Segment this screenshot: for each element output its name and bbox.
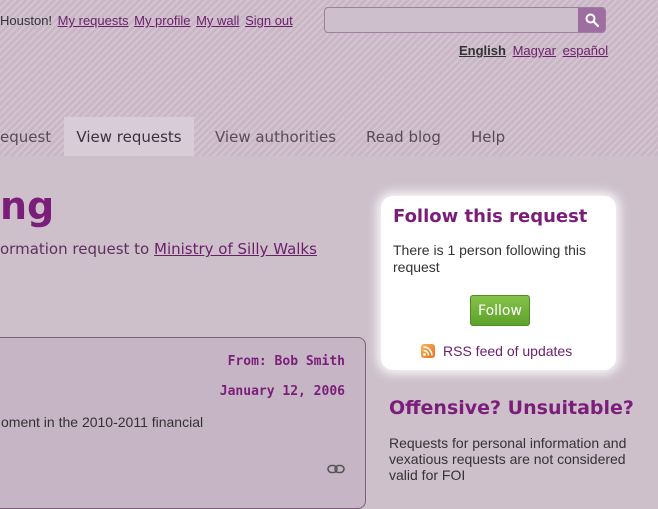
- language-magyar[interactable]: Magyar: [513, 43, 556, 58]
- subtitle-text: ormation request to: [0, 240, 150, 258]
- search-input[interactable]: [325, 8, 575, 32]
- follow-title: Follow this request: [393, 206, 588, 227]
- sign-out-link[interactable]: Sign out: [245, 13, 293, 28]
- greeting-text: Houston!: [0, 13, 53, 28]
- user-bar: Houston! My requests My profile My wall …: [0, 13, 293, 28]
- tab-view-requests[interactable]: View requests: [64, 117, 194, 156]
- tab-read-blog[interactable]: Read blog: [366, 117, 441, 156]
- offensive-title: Offensive? Unsuitable?: [389, 397, 634, 419]
- message-body: oment in the 2010-2011 financial: [1, 414, 204, 430]
- request-subtitle: ormation request to Ministry of Silly Wa…: [0, 240, 317, 258]
- tab-view-authorities[interactable]: View authorities: [215, 117, 336, 156]
- follow-panel: Follow this request There is 1 person fo…: [381, 196, 616, 370]
- correspondence-message: From: Bob Smith January 12, 2006 oment i…: [0, 337, 366, 509]
- language-espanol[interactable]: español: [563, 43, 609, 58]
- my-wall-link[interactable]: My wall: [196, 13, 239, 28]
- follower-count-text: There is 1 person following this request: [393, 242, 586, 275]
- message-from: From: Bob Smith: [227, 354, 345, 369]
- rss-icon: [421, 344, 435, 358]
- tab-make-request[interactable]: equest: [0, 117, 61, 156]
- language-switcher: English Magyar español: [459, 43, 611, 58]
- search-icon: [585, 13, 599, 27]
- page-title: ng: [0, 184, 55, 228]
- search-button[interactable]: [578, 8, 605, 32]
- tab-help[interactable]: Help: [471, 117, 505, 156]
- main-nav: equest View requests View authorities Re…: [0, 117, 658, 156]
- offensive-text: Requests for personal information and ve…: [389, 435, 627, 483]
- my-requests-link[interactable]: My requests: [58, 13, 129, 28]
- search-box: [324, 7, 606, 33]
- message-date: January 12, 2006: [219, 384, 345, 399]
- rss-label: RSS feed of updates: [443, 343, 573, 359]
- rss-feed-link[interactable]: RSS feed of updates: [421, 343, 572, 359]
- my-profile-link[interactable]: My profile: [134, 13, 190, 28]
- authority-link[interactable]: Ministry of Silly Walks: [154, 240, 317, 258]
- follow-button[interactable]: Follow: [470, 295, 530, 326]
- language-english: English: [459, 43, 506, 58]
- link-icon[interactable]: [327, 464, 345, 474]
